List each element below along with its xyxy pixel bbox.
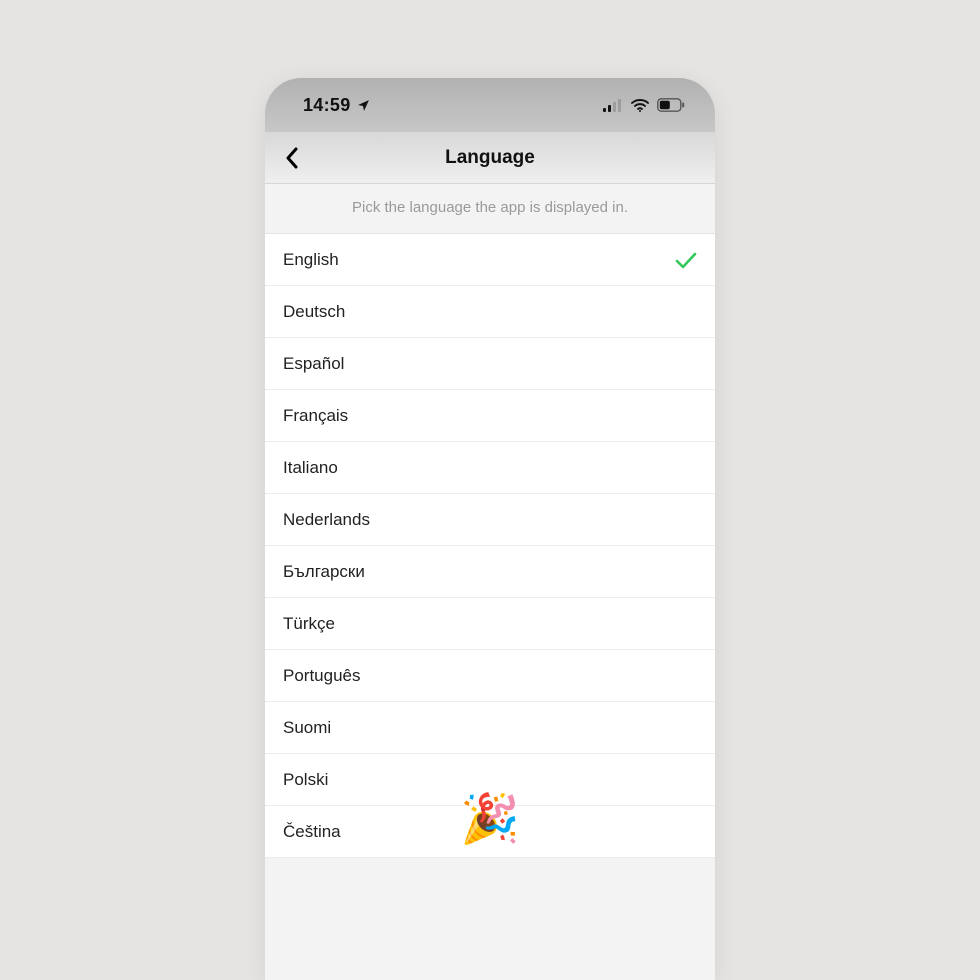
status-time: 14:59 bbox=[303, 95, 351, 116]
language-label: Polski bbox=[283, 770, 328, 790]
chevron-left-icon bbox=[285, 147, 299, 169]
language-label: Čeština bbox=[283, 822, 341, 842]
language-list: English Deutsch Español Français Italiano Ned… bbox=[265, 234, 715, 858]
language-label: Suomi bbox=[283, 718, 331, 738]
language-label: Español bbox=[283, 354, 344, 374]
language-label: Български bbox=[283, 562, 365, 582]
phone-frame: 14:59 bbox=[265, 78, 715, 980]
checkmark-icon bbox=[675, 251, 697, 269]
language-row[interactable]: Čeština bbox=[265, 806, 715, 858]
language-row[interactable]: Türkçe bbox=[265, 598, 715, 650]
battery-icon bbox=[657, 98, 685, 112]
language-label: Italiano bbox=[283, 458, 338, 478]
language-row[interactable]: Polski bbox=[265, 754, 715, 806]
language-label: Deutsch bbox=[283, 302, 345, 322]
language-label: English bbox=[283, 250, 339, 270]
language-row[interactable]: Deutsch bbox=[265, 286, 715, 338]
language-row[interactable]: Български bbox=[265, 546, 715, 598]
language-label: Português bbox=[283, 666, 361, 686]
language-row[interactable]: Suomi bbox=[265, 702, 715, 754]
subheader-text: Pick the language the app is displayed i… bbox=[265, 184, 715, 234]
language-row[interactable]: Italiano bbox=[265, 442, 715, 494]
page-title: Language bbox=[265, 147, 715, 169]
status-left: 14:59 bbox=[303, 95, 370, 116]
wifi-icon bbox=[631, 99, 649, 112]
language-label: Nederlands bbox=[283, 510, 370, 530]
nav-bar: Language bbox=[265, 132, 715, 184]
cellular-icon bbox=[603, 99, 623, 112]
footer-space bbox=[265, 858, 715, 980]
language-label: Türkçe bbox=[283, 614, 335, 634]
language-label: Français bbox=[283, 406, 348, 426]
language-row[interactable]: Español bbox=[265, 338, 715, 390]
status-right bbox=[603, 98, 685, 112]
back-button[interactable] bbox=[275, 141, 309, 175]
location-icon bbox=[357, 99, 370, 112]
status-bar: 14:59 bbox=[265, 78, 715, 132]
language-row[interactable]: English bbox=[265, 234, 715, 286]
language-row[interactable]: Português bbox=[265, 650, 715, 702]
language-row[interactable]: Français bbox=[265, 390, 715, 442]
language-row[interactable]: Nederlands bbox=[265, 494, 715, 546]
